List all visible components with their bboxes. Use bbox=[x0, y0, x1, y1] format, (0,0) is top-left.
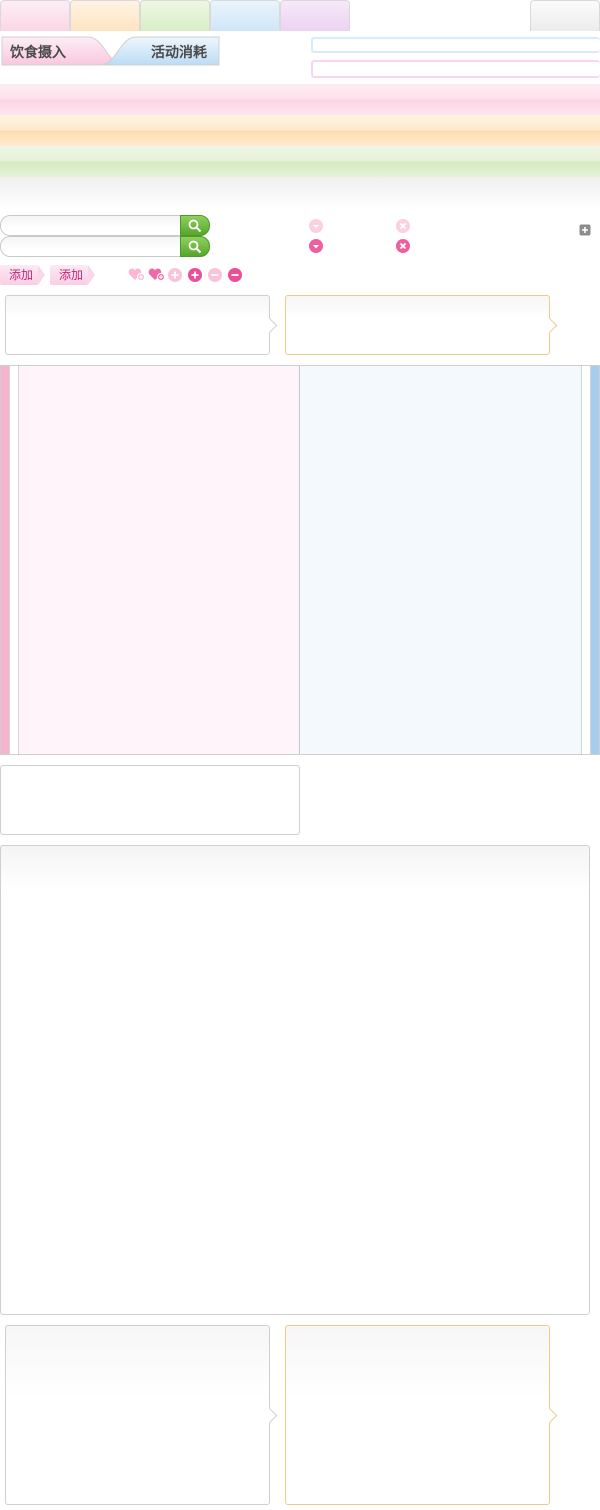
panel-edge-blue bbox=[591, 366, 599, 754]
heart-add-icon[interactable] bbox=[128, 267, 146, 281]
panel-edge-pink bbox=[1, 366, 9, 754]
two-column-panel bbox=[0, 365, 600, 755]
tab-green[interactable] bbox=[140, 0, 210, 31]
tab-gray[interactable] bbox=[530, 0, 600, 31]
search-icon bbox=[188, 219, 202, 233]
tab-blue[interactable] bbox=[210, 0, 280, 31]
close-icon[interactable] bbox=[396, 239, 410, 253]
tooltip-box-gray bbox=[5, 295, 270, 355]
search-input-1[interactable] bbox=[0, 215, 182, 236]
chevron-down-icon[interactable] bbox=[309, 239, 323, 253]
panel-edge-blue-inner bbox=[581, 366, 591, 754]
close-icon[interactable] bbox=[396, 219, 410, 233]
panel-column-pink bbox=[1, 366, 300, 754]
content-box bbox=[0, 765, 300, 835]
panel-edge-pink-inner bbox=[9, 366, 19, 754]
stripe-gray bbox=[0, 177, 600, 209]
tab-pink[interactable] bbox=[0, 0, 70, 31]
tooltip-box-orange-large bbox=[285, 1325, 550, 1505]
heart-add-icon[interactable] bbox=[148, 267, 166, 281]
plus-circle-icon[interactable] bbox=[168, 268, 182, 282]
large-content-box bbox=[0, 845, 590, 1315]
search-button-1[interactable] bbox=[180, 215, 210, 236]
stripe-green bbox=[0, 146, 600, 177]
tab-purple[interactable] bbox=[280, 0, 350, 31]
progress-bar-pink bbox=[311, 60, 600, 78]
stripe-orange bbox=[0, 115, 600, 146]
tooltip-box-orange bbox=[285, 295, 550, 355]
tab-orange[interactable] bbox=[70, 0, 140, 31]
tab-diet[interactable]: 饮食摄入 bbox=[10, 42, 66, 62]
minus-circle-icon[interactable] bbox=[208, 268, 222, 282]
minus-circle-icon[interactable] bbox=[228, 268, 242, 282]
search-icon bbox=[188, 240, 202, 254]
add-button-2[interactable]: 添加 bbox=[50, 265, 95, 285]
stripe-pink bbox=[0, 84, 600, 115]
add-button-1[interactable]: 添加 bbox=[0, 265, 45, 285]
tab-activity[interactable]: 活动消耗 bbox=[151, 42, 207, 62]
expand-icon[interactable] bbox=[579, 224, 591, 236]
chevron-down-icon[interactable] bbox=[309, 219, 323, 233]
plus-circle-icon[interactable] bbox=[188, 268, 202, 282]
progress-bar-blue bbox=[311, 37, 600, 53]
search-button-2[interactable] bbox=[180, 236, 210, 257]
tooltip-box-gray-large bbox=[5, 1325, 270, 1505]
panel-column-blue bbox=[300, 366, 599, 754]
search-input-2[interactable] bbox=[0, 236, 182, 257]
